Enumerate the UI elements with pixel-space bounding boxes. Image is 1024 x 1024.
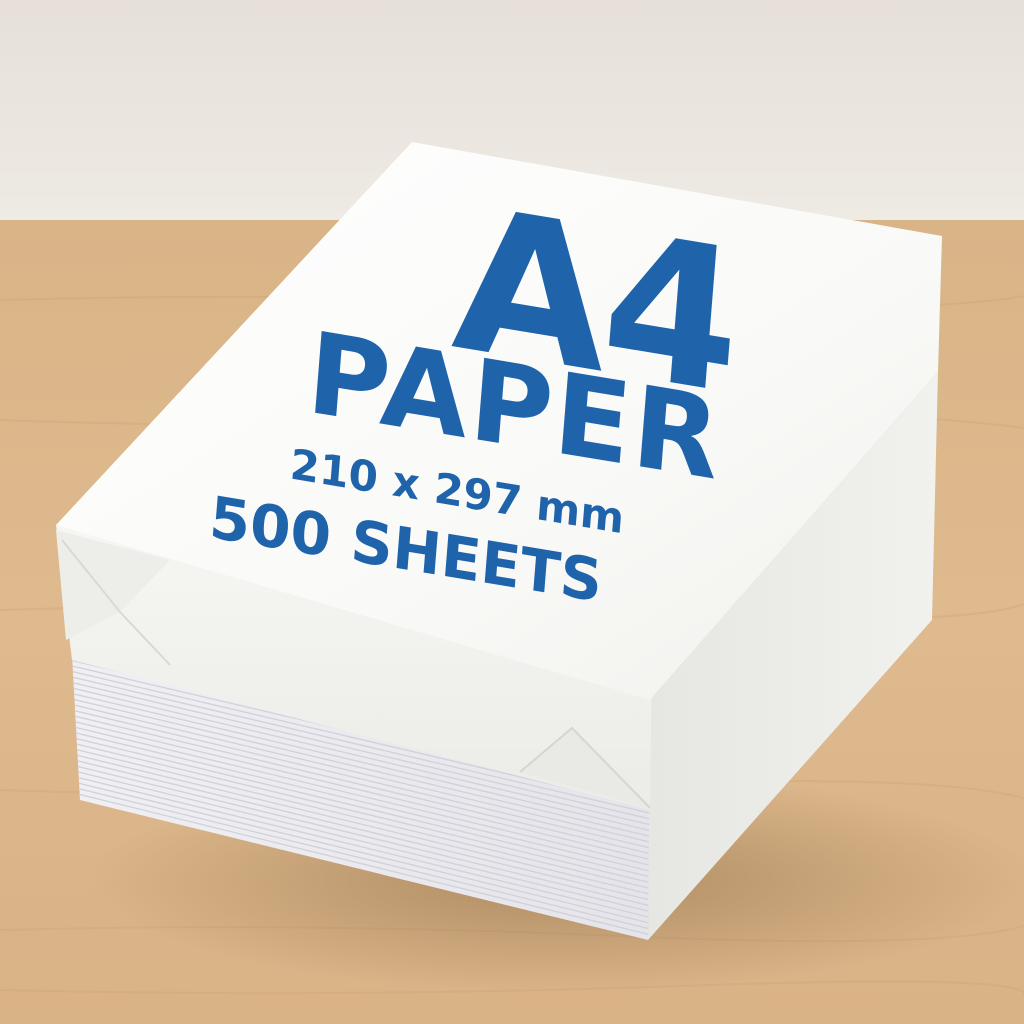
- photo-canvas: A4 PAPER 210 x 297 mm 500 SHEETS: [0, 0, 1024, 1024]
- product-photo: A4 PAPER 210 x 297 mm 500 SHEETS: [0, 0, 1024, 1024]
